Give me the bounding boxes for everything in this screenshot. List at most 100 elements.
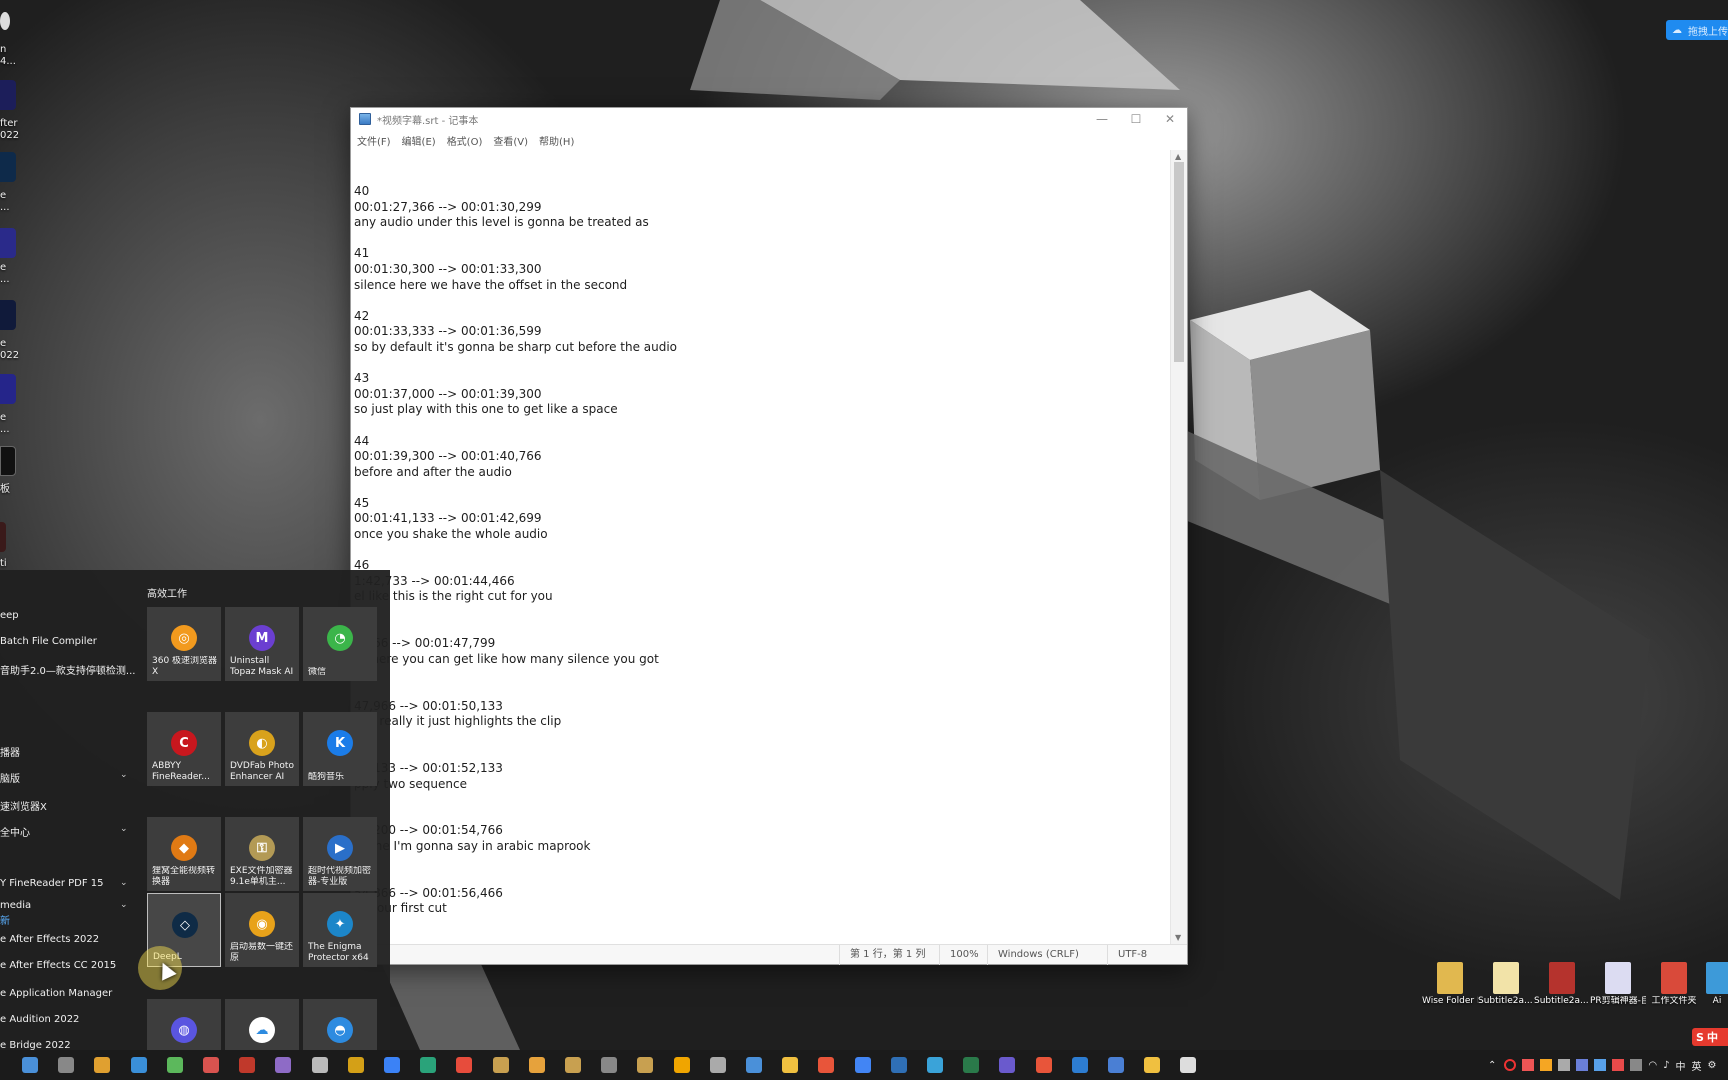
taskbar-app-icon[interactable] [384, 1057, 400, 1073]
desktop-icon-7[interactable] [0, 446, 16, 476]
app-list-item[interactable]: 播器 [0, 744, 135, 760]
app-list-item[interactable]: 脑版 [0, 770, 135, 786]
taskbar-app-icon[interactable] [275, 1057, 292, 1073]
tray-app-icon[interactable] [1630, 1059, 1643, 1071]
app-list-item[interactable]: e After Effects CC 2015 [0, 960, 135, 976]
tray-app-icon[interactable] [1594, 1059, 1607, 1071]
taskbar-app-icon[interactable] [420, 1057, 437, 1073]
desktop-shortcut[interactable]: Ai [1706, 962, 1728, 1007]
minimize-button[interactable]: — [1085, 108, 1119, 130]
tray-record-icon[interactable] [1504, 1059, 1517, 1071]
taskbar-app-icon[interactable] [565, 1057, 581, 1073]
scroll-thumb[interactable] [1174, 162, 1184, 362]
taskbar-app-icon[interactable] [1071, 1057, 1088, 1073]
notepad-window[interactable]: *视频字幕.srt - 记事本 — ☐ ✕ 文件(F) 编辑(E) 格式(O) … [350, 107, 1188, 965]
taskbar-app-icon[interactable] [1144, 1057, 1161, 1073]
taskbar-app-icon[interactable] [927, 1057, 943, 1073]
taskbar-app-icon[interactable] [58, 1057, 75, 1073]
app-list-item[interactable]: e After Effects 2022 [0, 934, 135, 950]
vertical-scrollbar[interactable]: ▲ ▼ [1170, 150, 1187, 944]
taskbar-app-icon[interactable] [456, 1057, 473, 1073]
taskbar-app-icon[interactable] [1108, 1057, 1124, 1073]
app-list-item[interactable]: eep [0, 610, 135, 626]
chevron-down-icon[interactable]: ⌄ [120, 900, 128, 910]
ime-mode-indicator[interactable]: 英 [1692, 1058, 1702, 1073]
scroll-up-icon[interactable]: ▲ [1175, 152, 1181, 161]
volume-icon[interactable]: ♪ [1663, 1060, 1669, 1071]
app-list-item[interactable]: 音助手2.0—款支持停顿检测... [0, 662, 135, 678]
chevron-up-icon[interactable]: ⌃ [1488, 1060, 1496, 1071]
sogou-ime-badge[interactable]: S 中 [1692, 1028, 1728, 1046]
desktop-icon-after-effects[interactable] [0, 80, 16, 110]
desktop-shortcut[interactable]: Subtitle2a... 字幕朗读器... [1534, 962, 1590, 1007]
desktop-icon-1[interactable] [0, 12, 10, 30]
desktop-icon-6[interactable] [0, 374, 16, 404]
desktop-shortcut[interactable]: Wise Folder Hider文件... [1422, 962, 1478, 1007]
tray-app-icon[interactable] [1522, 1059, 1535, 1071]
taskbar-app-icon[interactable] [94, 1057, 111, 1073]
taskbar-app-icon[interactable] [963, 1057, 980, 1073]
app-list-item[interactable]: 全中心 [0, 824, 135, 840]
maximize-button[interactable]: ☐ [1119, 108, 1153, 130]
notepad-text-area[interactable]: 40 00:01:27,366 --> 00:01:30,299 any audio… [351, 150, 1171, 944]
start-tile[interactable]: ⚿ EXE文件加密器9.1e单机主... [225, 817, 299, 891]
wifi-icon[interactable]: ◠ [1648, 1060, 1657, 1071]
taskbar-app-icon[interactable] [673, 1057, 690, 1073]
menu-help[interactable]: 帮助(H) [539, 133, 574, 148]
tray-app-icon[interactable] [1612, 1059, 1625, 1071]
start-tile[interactable]: C ABBYY FineReader... [147, 712, 221, 786]
app-list-item[interactable]: media [0, 900, 135, 916]
taskbar-app-icon[interactable] [746, 1057, 762, 1073]
taskbar-app-icon[interactable] [637, 1057, 654, 1073]
start-tile[interactable]: ✦ The Enigma Protector x64 [303, 893, 377, 967]
taskbar-app-icon[interactable] [818, 1057, 835, 1073]
menu-view[interactable]: 查看(V) [493, 133, 528, 148]
app-list-item[interactable]: Batch File Compiler [0, 636, 135, 652]
app-list-item[interactable]: e Audition 2022 [0, 1014, 135, 1030]
tray-app-icon[interactable] [1540, 1059, 1553, 1071]
start-tile[interactable]: ◐ DVDFab Photo Enhancer AI [225, 712, 299, 786]
app-list-item[interactable]: e Application Manager [0, 988, 135, 1004]
desktop-shortcut[interactable]: Subtitle2a... 字幕朗读器... [1478, 962, 1534, 1007]
taskbar-app-icon[interactable] [709, 1057, 726, 1073]
taskbar-app-icon[interactable] [130, 1057, 147, 1073]
taskbar-app-icon[interactable] [782, 1057, 799, 1073]
desktop-shortcut[interactable]: 工作文件夹 [1646, 962, 1702, 1007]
start-tile[interactable]: ◉ 启动易数一键还原 [225, 893, 299, 967]
tray-app-icon[interactable] [1558, 1059, 1571, 1071]
settings-gear-icon[interactable]: ⚙ [1708, 1060, 1717, 1071]
desktop-icon-3[interactable] [0, 152, 16, 182]
taskbar-app-icon[interactable] [203, 1057, 219, 1073]
menu-file[interactable]: 文件(F) [357, 133, 391, 148]
chevron-down-icon[interactable]: ⌄ [120, 878, 128, 888]
scroll-down-icon[interactable]: ▼ [1175, 933, 1181, 942]
start-tile[interactable]: ▶ 超时代视频加密器-专业版 [303, 817, 377, 891]
start-tile[interactable]: M Uninstall Topaz Mask AI [225, 607, 299, 681]
taskbar-app-icon[interactable] [890, 1057, 907, 1073]
taskbar-app-icon[interactable] [239, 1057, 256, 1073]
task-view-icon[interactable] [22, 1057, 38, 1073]
taskbar-app-icon[interactable] [1180, 1057, 1197, 1073]
taskbar-app-icon[interactable] [601, 1057, 618, 1073]
taskbar-app-icon[interactable] [999, 1057, 1016, 1073]
taskbar-app-icon[interactable] [492, 1057, 509, 1073]
taskbar-app-icon[interactable] [311, 1057, 328, 1073]
chevron-down-icon[interactable]: ⌄ [120, 770, 128, 780]
app-list-item[interactable]: 速浏览器X [0, 798, 135, 814]
taskbar-app-icon[interactable] [166, 1057, 183, 1073]
start-tile[interactable]: ◆ 狸窝全能视频转换器 [147, 817, 221, 891]
desktop-shortcut[interactable]: PR剪辑神器-自动化一... [1590, 962, 1646, 1007]
close-button[interactable]: ✕ [1153, 108, 1187, 130]
menu-format[interactable]: 格式(O) [447, 133, 483, 148]
start-tile[interactable]: ◎ 360 极速浏览器X [147, 607, 221, 681]
ime-language-indicator[interactable]: 中 [1676, 1058, 1686, 1073]
notepad-titlebar[interactable]: *视频字幕.srt - 记事本 — ☐ ✕ [351, 108, 1187, 130]
taskbar-app-icon[interactable] [528, 1057, 545, 1073]
app-list-item[interactable]: Y FineReader PDF 15 [0, 878, 135, 894]
desktop-icon-8[interactable] [0, 522, 6, 552]
taskbar-app-icon[interactable] [1035, 1057, 1052, 1073]
taskbar-app-icon[interactable] [347, 1057, 364, 1073]
cloud-upload-badge[interactable]: ☁ 拖拽上传 [1666, 20, 1728, 40]
desktop-icon-4[interactable] [0, 228, 16, 258]
start-tile[interactable]: K 酷狗音乐 [303, 712, 377, 786]
